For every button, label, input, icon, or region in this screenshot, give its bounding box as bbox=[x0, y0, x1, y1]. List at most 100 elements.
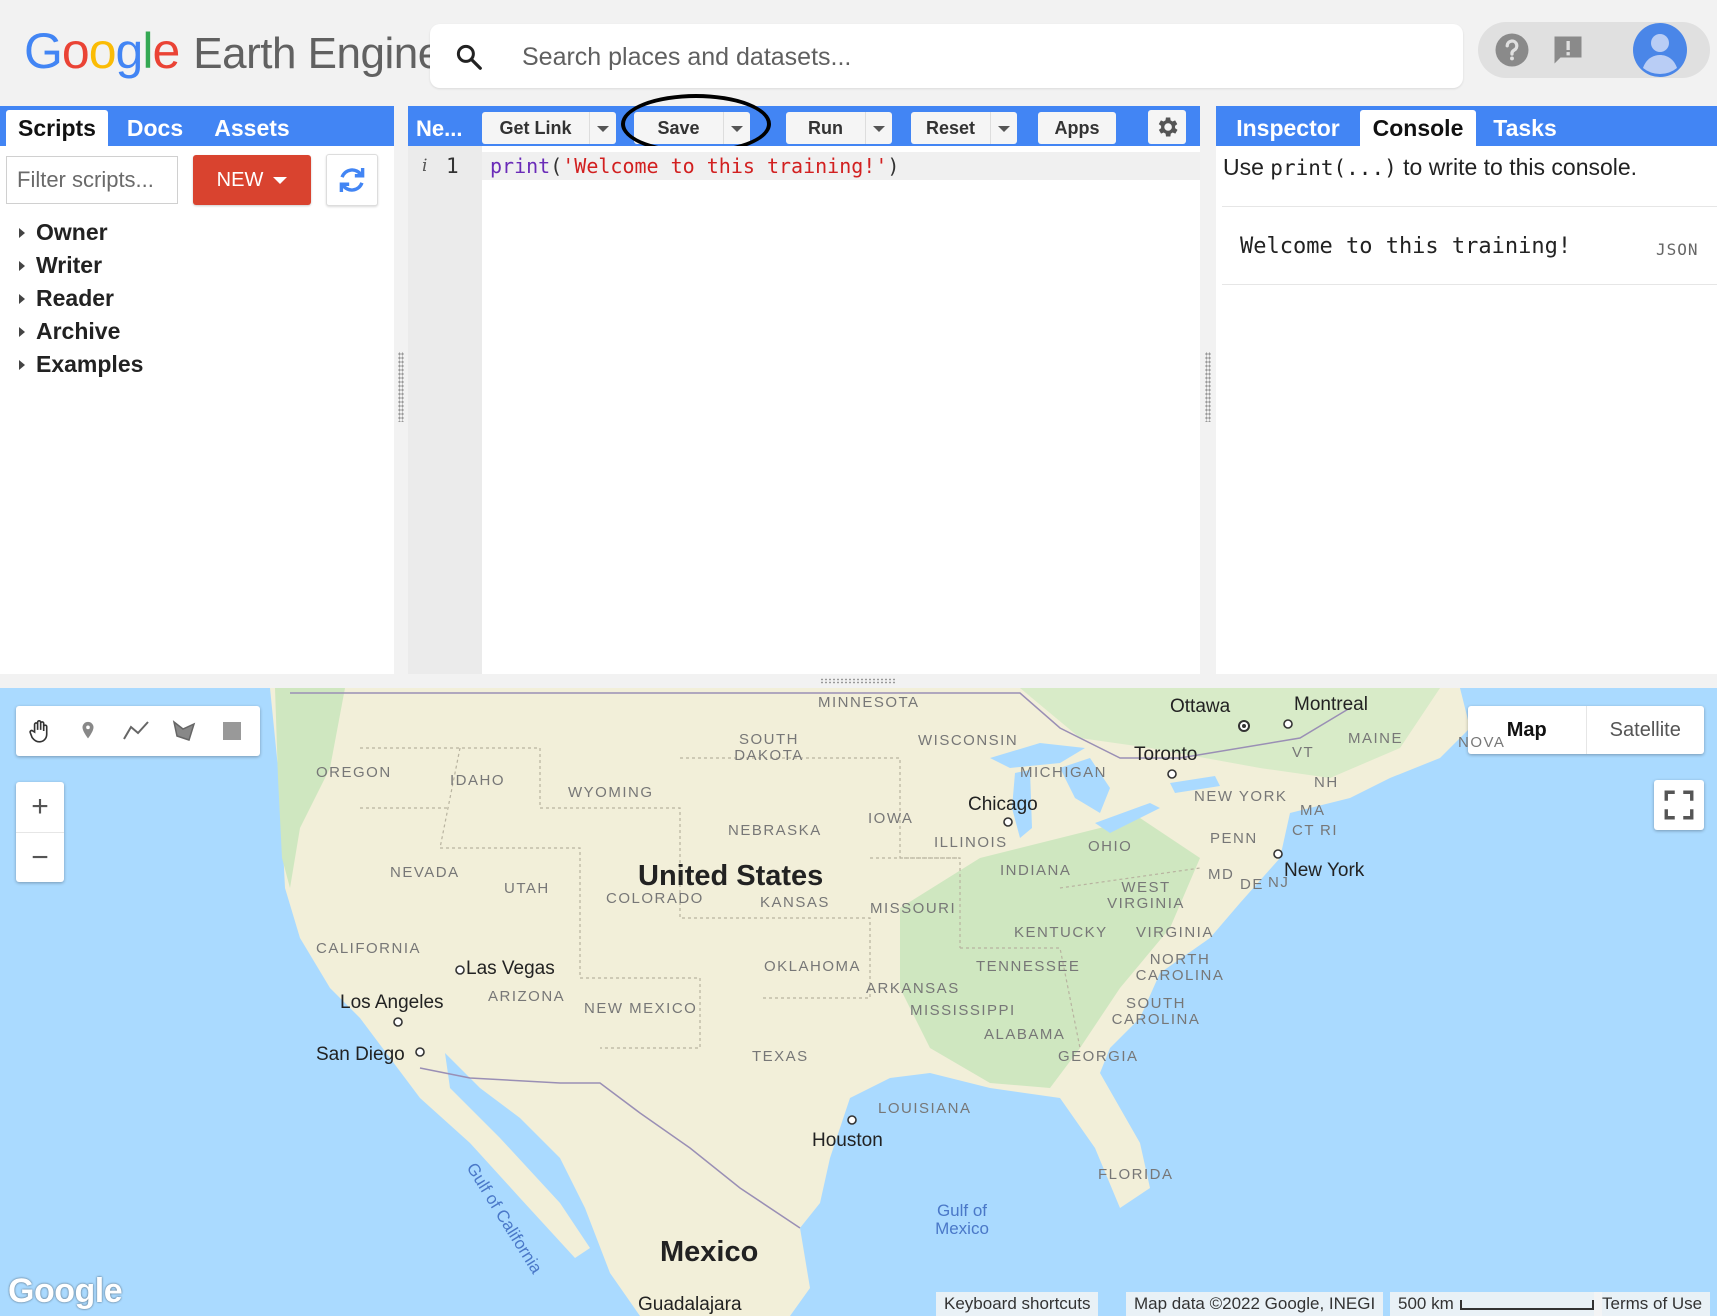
state-label: MISSOURI bbox=[870, 900, 957, 917]
map-type-satellite-button[interactable]: Satellite bbox=[1585, 706, 1705, 754]
rectangle-tool-button[interactable] bbox=[208, 706, 256, 756]
hint-text: to write to this console. bbox=[1396, 154, 1638, 180]
get-link-dropdown-icon[interactable] bbox=[589, 112, 616, 144]
left-panel-tabs: Scripts Docs Assets bbox=[0, 106, 394, 146]
tab-tasks[interactable]: Tasks bbox=[1480, 110, 1570, 146]
state-label: RI bbox=[1320, 822, 1338, 839]
hand-tool-button[interactable] bbox=[16, 706, 64, 756]
tree-item-archive[interactable]: Archive bbox=[16, 315, 143, 348]
city-label: Ottawa bbox=[1170, 696, 1231, 717]
settings-button[interactable] bbox=[1148, 110, 1186, 144]
map-view[interactable]: + − Map Satellite United States Mexico M… bbox=[0, 688, 1717, 1316]
state-label: KANSAS bbox=[760, 894, 830, 911]
help-icon[interactable] bbox=[1494, 32, 1530, 68]
info-icon[interactable]: i bbox=[422, 156, 427, 176]
state-label: TENNESSEE bbox=[976, 958, 1081, 975]
json-toggle[interactable]: JSON bbox=[1656, 240, 1699, 259]
hint-code: print(...) bbox=[1270, 156, 1397, 180]
state-label: NEW YORK bbox=[1194, 788, 1288, 805]
tree-item-label: Examples bbox=[36, 351, 144, 377]
polygon-tool-button[interactable] bbox=[160, 706, 208, 756]
city-label: San Diego bbox=[316, 1044, 405, 1065]
hint-text: Use bbox=[1223, 154, 1271, 180]
terms-link[interactable]: Terms of Use bbox=[1594, 1292, 1711, 1316]
feedback-icon[interactable] bbox=[1550, 32, 1586, 68]
code-paren-close: ) bbox=[887, 154, 900, 178]
save-label: Save bbox=[657, 117, 700, 138]
code-paren-open: ( bbox=[550, 154, 563, 178]
map-splitter[interactable] bbox=[0, 674, 1717, 688]
map-scale[interactable]: 500 km bbox=[1390, 1292, 1602, 1316]
refresh-button[interactable] bbox=[326, 154, 378, 206]
tab-assets[interactable]: Assets bbox=[202, 110, 302, 146]
city-label: Los Angeles bbox=[340, 992, 444, 1013]
tree-item-examples[interactable]: Examples bbox=[16, 348, 143, 381]
country-label: United States bbox=[638, 860, 824, 892]
zoom-in-button[interactable]: + bbox=[16, 782, 64, 833]
tree-item-owner[interactable]: Owner bbox=[16, 216, 143, 249]
zoom-out-button[interactable]: − bbox=[16, 833, 64, 883]
state-label: ILLINOIS bbox=[934, 834, 1008, 851]
avatar[interactable] bbox=[1632, 22, 1688, 78]
left-splitter[interactable] bbox=[394, 106, 408, 674]
tree-item-reader[interactable]: Reader bbox=[16, 282, 143, 315]
tree-item-writer[interactable]: Writer bbox=[16, 249, 143, 282]
fullscreen-icon bbox=[1664, 790, 1694, 820]
logo-letter: G bbox=[24, 23, 63, 79]
code-function: print bbox=[490, 154, 551, 178]
apps-label: Apps bbox=[1054, 117, 1100, 138]
state-label: OHIO bbox=[1088, 838, 1133, 855]
country-label: Mexico bbox=[660, 1236, 759, 1268]
water-label: Gulf of Mexico bbox=[935, 1201, 989, 1238]
splitter-grip bbox=[1205, 352, 1211, 422]
expand-triangle-icon bbox=[19, 261, 25, 271]
state-label: KENTUCKY bbox=[1014, 924, 1108, 941]
code-editor[interactable]: i 1 print('Welcome to this training!') bbox=[408, 146, 1200, 674]
new-script-button[interactable]: NEW bbox=[193, 155, 311, 205]
tab-scripts[interactable]: Scripts bbox=[6, 110, 108, 146]
line-tool-button[interactable] bbox=[112, 706, 160, 756]
state-label: SOUTH CAROLINA bbox=[1111, 995, 1201, 1028]
tab-console[interactable]: Console bbox=[1360, 110, 1476, 146]
state-label: CT bbox=[1292, 822, 1315, 839]
script-name-tab[interactable]: Ne... bbox=[416, 112, 462, 146]
search-icon[interactable] bbox=[454, 42, 484, 72]
new-button-label: NEW bbox=[216, 168, 264, 191]
state-label: IDAHO bbox=[450, 772, 506, 789]
reset-dropdown-icon[interactable] bbox=[990, 112, 1017, 144]
fullscreen-button[interactable] bbox=[1654, 780, 1704, 830]
state-label: NEBRASKA bbox=[728, 822, 822, 839]
get-link-button[interactable]: Get Link bbox=[482, 112, 616, 144]
run-dropdown-icon[interactable] bbox=[865, 112, 892, 144]
filter-scripts-input[interactable] bbox=[6, 156, 178, 204]
get-link-label: Get Link bbox=[499, 117, 572, 138]
tab-docs[interactable]: Docs bbox=[116, 110, 194, 146]
earth-engine-logo[interactable]: Google Earth Engine bbox=[24, 22, 442, 82]
line-number: 1 bbox=[446, 154, 459, 178]
save-dropdown-icon[interactable] bbox=[723, 112, 750, 144]
state-label: VIRGINIA bbox=[1136, 924, 1214, 941]
run-button[interactable]: Run bbox=[786, 112, 892, 144]
apps-button[interactable]: Apps bbox=[1038, 112, 1116, 144]
state-label: MINNESOTA bbox=[818, 694, 920, 711]
reset-button[interactable]: Reset bbox=[911, 112, 1017, 144]
save-button[interactable]: Save bbox=[634, 112, 750, 144]
expand-triangle-icon bbox=[19, 228, 25, 238]
state-label: MD bbox=[1208, 866, 1235, 883]
tab-inspector[interactable]: Inspector bbox=[1220, 110, 1356, 146]
search-input[interactable] bbox=[520, 38, 1424, 76]
help-group bbox=[1478, 22, 1610, 78]
keyboard-shortcuts-link[interactable]: Keyboard shortcuts bbox=[936, 1292, 1099, 1316]
tree-item-label: Reader bbox=[36, 285, 114, 311]
console-output-line[interactable]: Welcome to this training! bbox=[1240, 234, 1571, 259]
tree-item-label: Archive bbox=[36, 318, 121, 344]
search-bar[interactable] bbox=[430, 24, 1463, 88]
state-label: NH bbox=[1314, 774, 1339, 791]
marker-tool-button[interactable] bbox=[64, 706, 112, 756]
map-attribution: Map data ©2022 Google, INEGI bbox=[1126, 1292, 1384, 1316]
code-line[interactable]: print('Welcome to this training!') bbox=[490, 154, 899, 178]
right-panel-tabs: Inspector Console Tasks bbox=[1216, 106, 1717, 146]
right-splitter[interactable] bbox=[1200, 106, 1216, 674]
state-label: FLORIDA bbox=[1098, 1166, 1174, 1183]
city-label: New York bbox=[1284, 860, 1365, 881]
